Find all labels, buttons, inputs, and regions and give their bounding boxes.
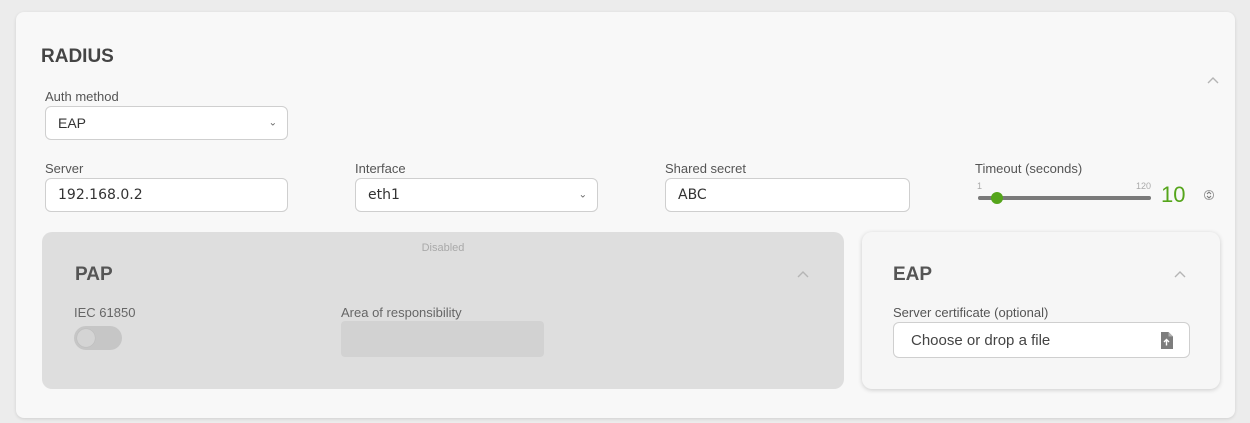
pap-disabled-label: Disabled xyxy=(421,242,465,254)
timeout-label: Timeout (seconds) xyxy=(975,161,1083,176)
pap-title: PAP xyxy=(75,264,113,285)
interface-select[interactable]: eth1 ⌄ xyxy=(355,178,598,212)
radius-title: RADIUS xyxy=(41,46,114,67)
timeout-min-label: 1 xyxy=(977,181,983,191)
shared-secret-label: Shared secret xyxy=(665,161,746,176)
radius-card: RADIUS Auth method EAP ⌄ Server 192.168.… xyxy=(16,12,1235,418)
interface-value: eth1 xyxy=(368,187,400,203)
timeout-max-label: 120 xyxy=(1136,181,1152,191)
chevron-down-icon: ⌄ xyxy=(578,189,587,201)
auth-method-label: Auth method xyxy=(45,89,119,104)
timeout-slider[interactable] xyxy=(978,192,1151,204)
collapse-eap-chevron-up-icon[interactable] xyxy=(1173,268,1187,282)
timeout-value: 10 xyxy=(1161,182,1186,207)
eap-title: EAP xyxy=(893,264,933,285)
server-value: 192.168.0.2 xyxy=(58,187,143,203)
eap-panel: EAP Server certificate (optional) Choose… xyxy=(862,232,1220,389)
timeout-slider-thumb[interactable] xyxy=(991,192,1003,204)
auth-method-value: EAP xyxy=(58,115,87,131)
area-of-responsibility-label: Area of responsibility xyxy=(341,305,462,320)
iec-61850-label: IEC 61850 xyxy=(74,305,136,320)
server-label: Server xyxy=(45,161,84,176)
timeout-slider-fill xyxy=(978,196,1151,200)
file-input-placeholder: Choose or drop a file xyxy=(911,331,1051,349)
spin-arrows-icon[interactable] xyxy=(1203,188,1215,207)
collapse-pap-chevron-up-icon[interactable] xyxy=(796,268,810,282)
shared-secret-value: ABC xyxy=(678,187,707,203)
collapse-radius-chevron-up-icon[interactable] xyxy=(1206,74,1220,88)
interface-label: Interface xyxy=(355,161,406,176)
area-of-responsibility-input[interactable] xyxy=(341,321,544,357)
pap-panel: Disabled PAP IEC 61850 Area of responsib… xyxy=(42,232,844,389)
chevron-down-icon: ⌄ xyxy=(268,117,277,129)
toggle-knob xyxy=(77,329,95,347)
server-certificate-label: Server certificate (optional) xyxy=(893,305,1049,320)
auth-method-select[interactable]: EAP ⌄ xyxy=(45,106,288,140)
server-input[interactable]: 192.168.0.2 xyxy=(45,178,288,212)
shared-secret-input[interactable]: ABC xyxy=(665,178,910,212)
file-upload-icon xyxy=(1160,332,1173,353)
server-certificate-file-input[interactable]: Choose or drop a file xyxy=(893,322,1190,358)
iec-61850-toggle[interactable] xyxy=(74,326,122,350)
